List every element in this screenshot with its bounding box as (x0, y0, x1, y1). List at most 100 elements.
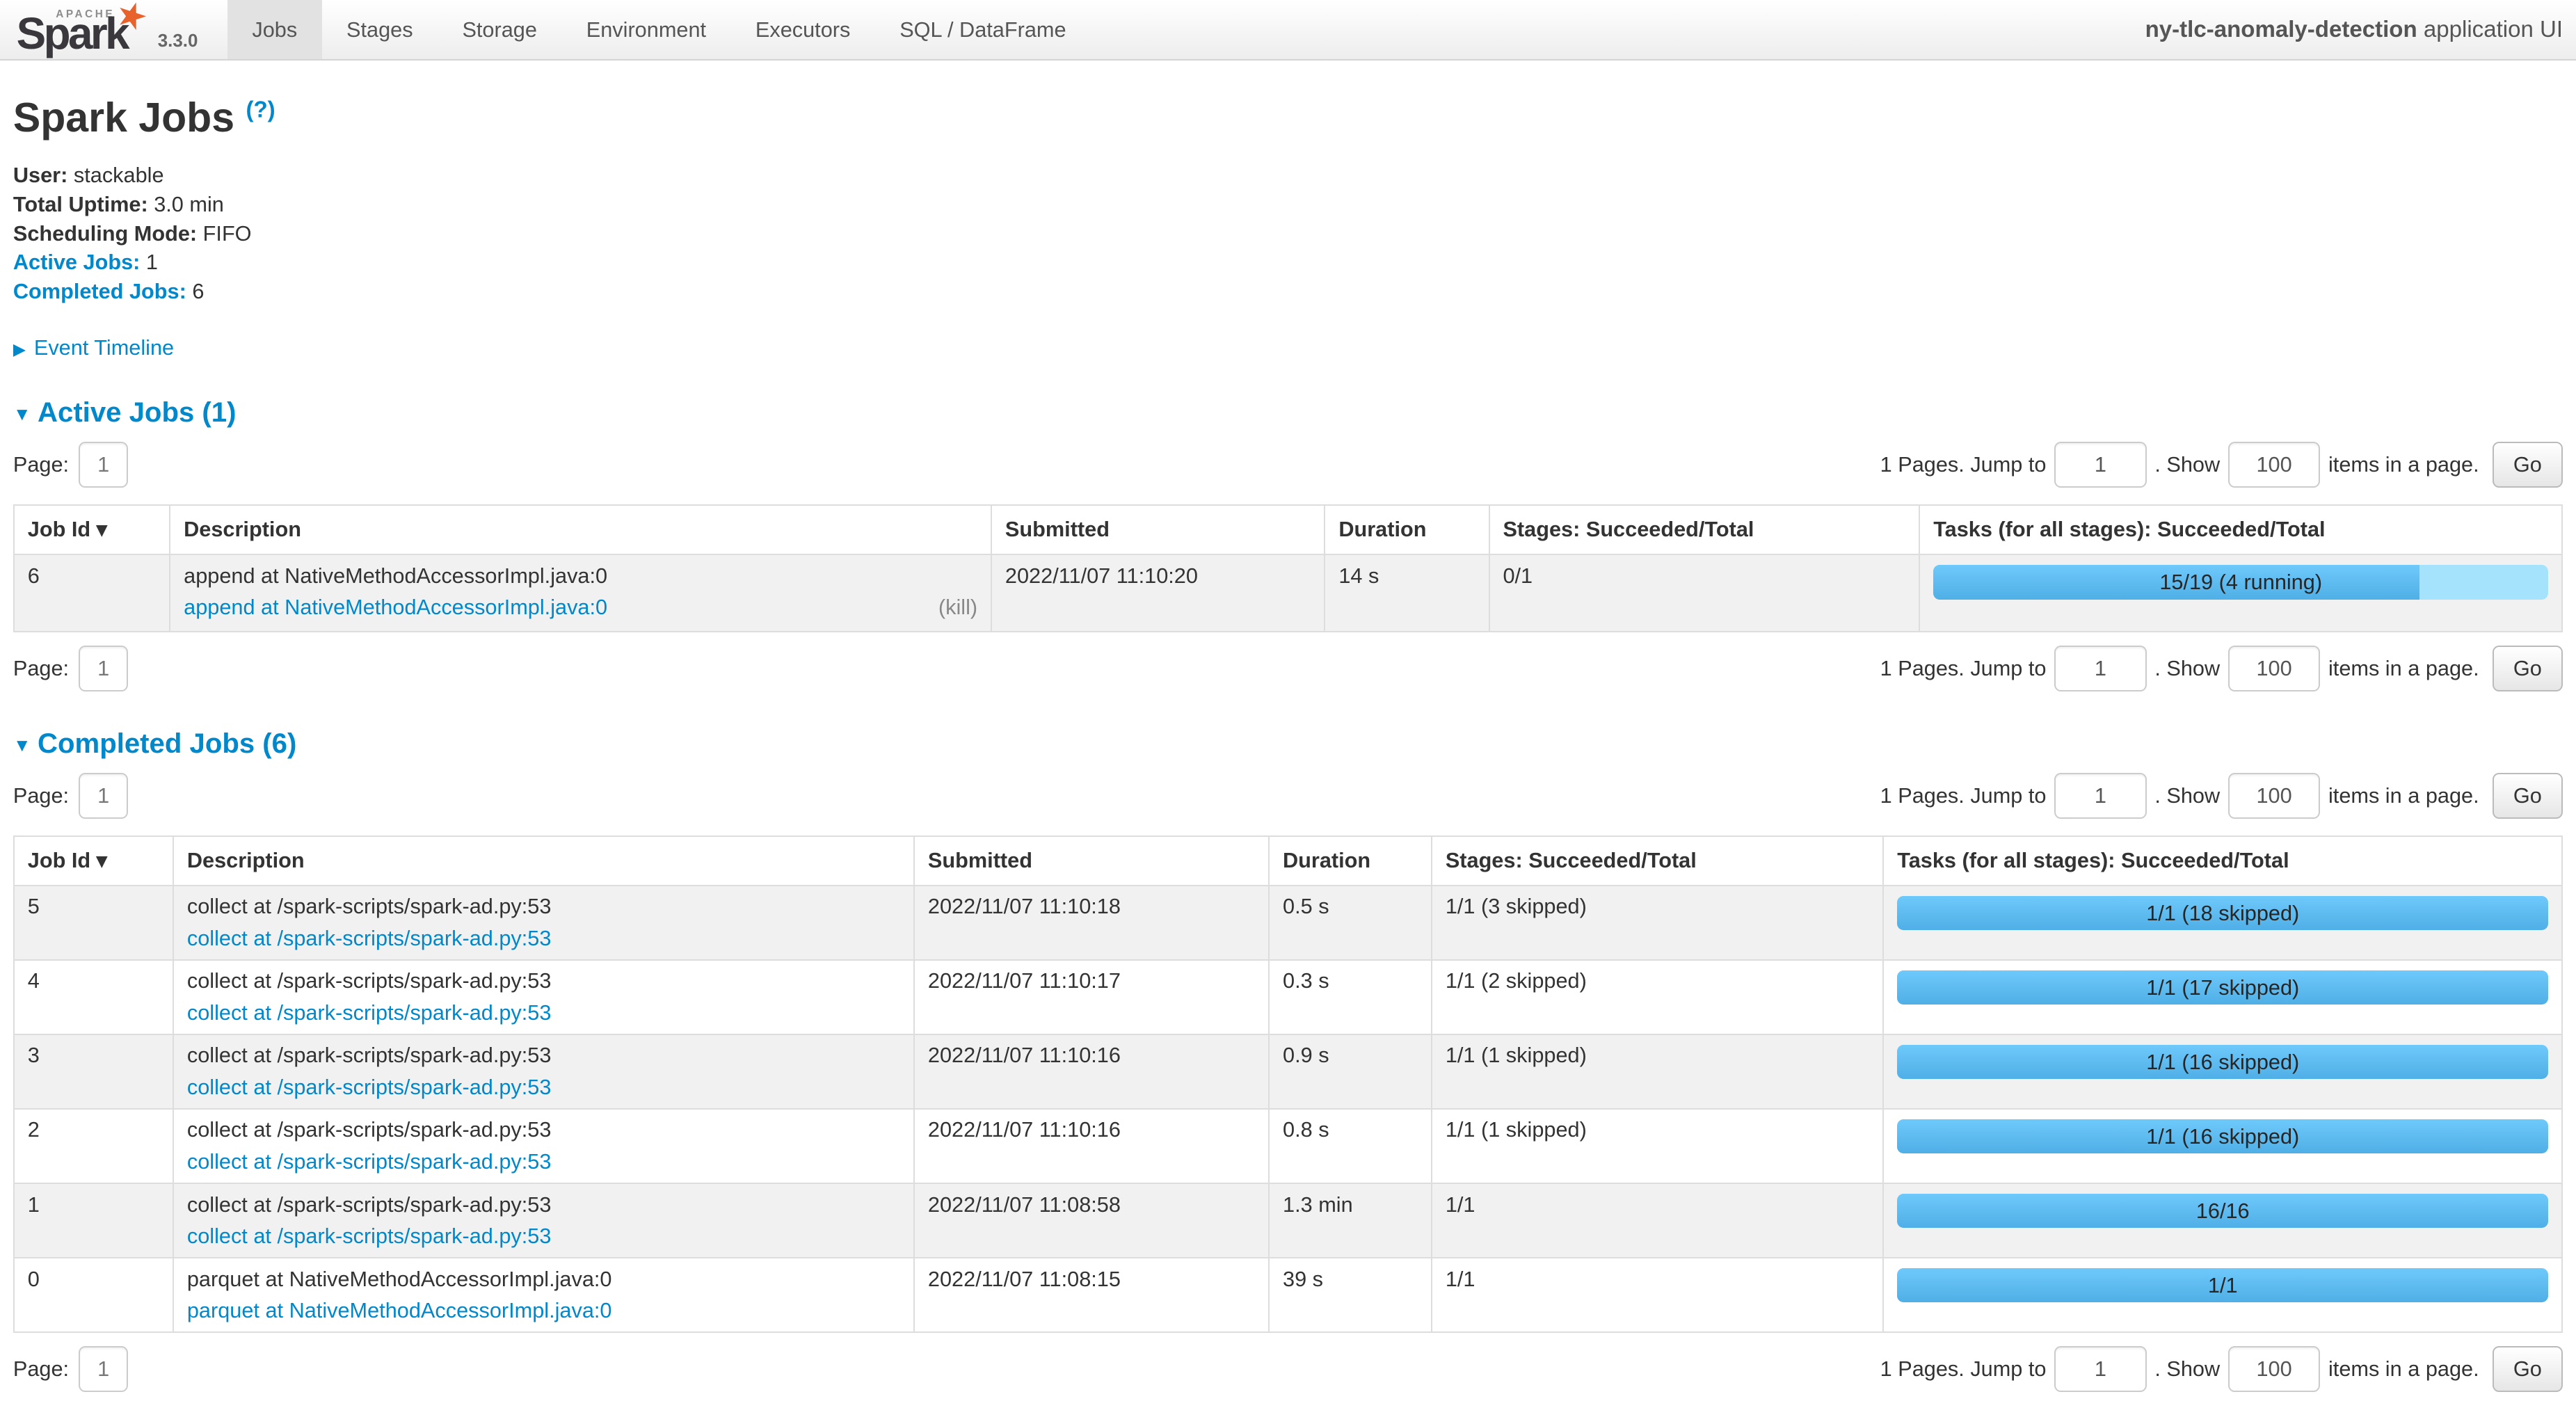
tasks-progress-bar: 1/1 (18 skipped) (1897, 896, 2548, 931)
job-id-cell: 5 (14, 886, 173, 960)
active-jobs-heading[interactable]: ▼Active Jobs (1) (13, 397, 2563, 429)
tab-sql-dataframe[interactable]: SQL / DataFrame (875, 0, 1091, 59)
job-submitted-cell: 2022/11/07 11:08:15 (914, 1258, 1269, 1332)
job-id-cell: 4 (14, 960, 173, 1034)
job-description-link[interactable]: parquet at NativeMethodAccessorImpl.java… (187, 1298, 612, 1323)
summary-user-value: stackable (67, 163, 163, 187)
summary-completed-jobs-link[interactable]: Completed Jobs: (13, 279, 186, 303)
pages-count-text: 1 Pages. Jump to (1880, 452, 2047, 477)
job-description-link[interactable]: collect at /spark-scripts/spark-ad.py:53 (187, 1149, 552, 1174)
spark-logo: APACHE Spark ★ 3.3.0 (0, 0, 205, 59)
nav-tabs: Jobs Stages Storage Environment Executor… (227, 0, 1091, 59)
kill-link[interactable]: (kill) (938, 595, 977, 620)
job-description-cell: collect at /spark-scripts/spark-ad.py:53… (173, 960, 914, 1034)
summary-completed-jobs-value: 6 (186, 279, 205, 303)
job-description-cell: append at NativeMethodAccessorImpl.java:… (170, 554, 991, 632)
tasks-progress-bar: 16/16 (1897, 1194, 2548, 1229)
job-submitted-cell: 2022/11/07 11:10:18 (914, 886, 1269, 960)
col-header-submitted[interactable]: Submitted (914, 836, 1269, 886)
col-header-job-id[interactable]: Job Id ▾ (14, 836, 173, 886)
col-header-submitted[interactable]: Submitted (991, 505, 1325, 554)
completed-pagination-bottom: Page: 1 Pages. Jump to . Show items in a… (13, 1346, 2563, 1392)
jump-to-page-input[interactable] (2054, 646, 2146, 691)
event-timeline-toggle[interactable]: ▶Event Timeline (13, 335, 2563, 360)
tasks-progress-label: 1/1 (17 skipped) (1897, 970, 2548, 1005)
collapse-down-icon: ▼ (13, 735, 31, 755)
go-button[interactable]: Go (2493, 1346, 2563, 1392)
job-stages-cell: 1/1 (1 skipped) (1432, 1034, 1883, 1109)
job-description-link[interactable]: collect at /spark-scripts/spark-ad.py:53 (187, 1224, 552, 1249)
summary-uptime: Total Uptime: 3.0 min (13, 190, 2563, 219)
completed-job-row: 2 collect at /spark-scripts/spark-ad.py:… (14, 1109, 2562, 1183)
collapse-right-icon: ▶ (13, 341, 26, 359)
job-submitted-cell: 2022/11/07 11:10:17 (914, 960, 1269, 1034)
summary-active-jobs-link[interactable]: Active Jobs: (13, 250, 140, 274)
navbar: APACHE Spark ★ 3.3.0 Jobs Stages Storage… (0, 0, 2576, 61)
spark-version: 3.3.0 (158, 30, 198, 56)
summary-uptime-value: 3.0 min (148, 192, 224, 216)
tasks-progress-label: 16/16 (1897, 1194, 2548, 1229)
job-description-link[interactable]: collect at /spark-scripts/spark-ad.py:53 (187, 1075, 552, 1100)
summary-active-jobs-value: 1 (140, 250, 158, 274)
active-jobs-table: Job Id ▾ Description Submitted Duration … (13, 504, 2563, 632)
col-header-job-id[interactable]: Job Id ▾ (14, 505, 170, 554)
completed-jobs-heading-label: Completed Jobs (6) (38, 728, 296, 759)
job-description-link[interactable]: collect at /spark-scripts/spark-ad.py:53 (187, 1000, 552, 1025)
col-header-duration[interactable]: Duration (1325, 505, 1489, 554)
jump-to-page-input[interactable] (2054, 1346, 2146, 1392)
go-button[interactable]: Go (2493, 646, 2563, 691)
job-description-text: parquet at NativeMethodAccessorImpl.java… (187, 1267, 900, 1292)
page-number-input[interactable] (79, 442, 128, 488)
col-header-stages[interactable]: Stages: Succeeded/Total (1432, 836, 1883, 886)
application-title-suffix: application UI (2417, 17, 2563, 42)
items-per-page-input[interactable] (2228, 1346, 2320, 1392)
job-description-link[interactable]: append at NativeMethodAccessorImpl.java:… (184, 595, 607, 620)
job-description-link[interactable]: collect at /spark-scripts/spark-ad.py:53 (187, 926, 552, 951)
job-duration-cell: 14 s (1325, 554, 1489, 632)
job-duration-cell: 0.8 s (1269, 1109, 1432, 1183)
tab-stages[interactable]: Stages (322, 0, 438, 59)
col-header-stages[interactable]: Stages: Succeeded/Total (1489, 505, 1920, 554)
job-tasks-cell: 15/19 (4 running) (1919, 554, 2562, 632)
go-button[interactable]: Go (2493, 442, 2563, 488)
col-header-description[interactable]: Description (173, 836, 914, 886)
col-header-description[interactable]: Description (170, 505, 991, 554)
tasks-progress-bar: 1/1 (16 skipped) (1897, 1119, 2548, 1154)
tab-jobs[interactable]: Jobs (227, 0, 322, 59)
page-label: Page: (13, 452, 69, 477)
tab-executors[interactable]: Executors (730, 0, 874, 59)
col-header-tasks[interactable]: Tasks (for all stages): Succeeded/Total (1919, 505, 2562, 554)
go-button[interactable]: Go (2493, 773, 2563, 819)
application-title: ny-tlc-anomaly-detection application UI (2145, 17, 2563, 43)
tasks-progress-bar: 1/1 (17 skipped) (1897, 970, 2548, 1005)
completed-jobs-heading[interactable]: ▼ Completed Jobs (6) (13, 728, 2563, 760)
summary-active-jobs: Active Jobs: 1 (13, 248, 2563, 277)
items-per-page-input[interactable] (2228, 773, 2320, 819)
show-text: . Show (2154, 452, 2220, 477)
tasks-progress-bar: 1/1 (1897, 1268, 2548, 1303)
job-id-cell: 6 (14, 554, 170, 632)
items-per-page-input[interactable] (2228, 646, 2320, 691)
job-submitted-cell: 2022/11/07 11:10:16 (914, 1034, 1269, 1109)
spark-wordmark: APACHE Spark ★ (17, 2, 145, 56)
col-header-tasks[interactable]: Tasks (for all stages): Succeeded/Total (1883, 836, 2562, 886)
completed-job-row: 1 collect at /spark-scripts/spark-ad.py:… (14, 1183, 2562, 1258)
items-per-page-input[interactable] (2228, 442, 2320, 488)
job-duration-cell: 0.5 s (1269, 886, 1432, 960)
page-number-input[interactable] (79, 1346, 128, 1392)
pages-count-text: 1 Pages. Jump to (1880, 1357, 2047, 1382)
active-jobs-heading-label: Active Jobs (1) (38, 397, 236, 428)
page-number-input[interactable] (79, 773, 128, 819)
help-link[interactable]: (?) (246, 97, 275, 122)
jump-to-page-input[interactable] (2054, 773, 2146, 819)
job-tasks-cell: 16/16 (1883, 1183, 2562, 1258)
page-title-text: Spark Jobs (13, 95, 234, 141)
page-title: Spark Jobs (?) (13, 94, 2563, 141)
job-summary: User: stackable Total Uptime: 3.0 min Sc… (13, 161, 2563, 306)
jump-to-page-input[interactable] (2054, 442, 2146, 488)
tasks-progress-bar: 1/1 (16 skipped) (1897, 1045, 2548, 1080)
col-header-duration[interactable]: Duration (1269, 836, 1432, 886)
tab-environment[interactable]: Environment (561, 0, 730, 59)
tab-storage[interactable]: Storage (438, 0, 561, 59)
page-number-input[interactable] (79, 646, 128, 691)
